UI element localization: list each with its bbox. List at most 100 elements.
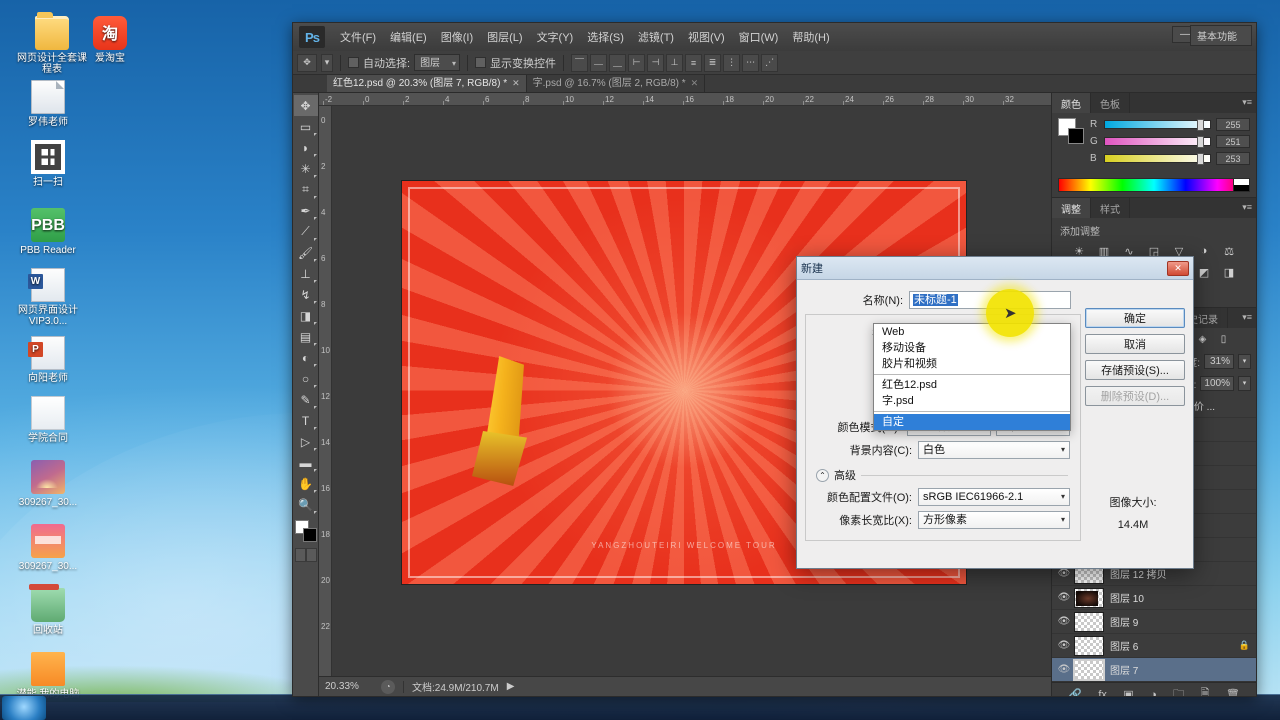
channel-slider-knob[interactable]: [1197, 119, 1204, 131]
threshold-icon[interactable]: ◨: [1218, 263, 1240, 281]
windows-taskbar[interactable]: [0, 694, 1280, 720]
pixel-aspect-dropdown[interactable]: 方形像素: [918, 511, 1070, 529]
dialog-close-button[interactable]: ✕: [1167, 260, 1189, 276]
workspace-selector[interactable]: 基本功能: [1190, 25, 1252, 46]
fill-stepper[interactable]: ▾: [1238, 375, 1251, 391]
posterize-icon[interactable]: ◩: [1193, 263, 1215, 281]
align-left-icon[interactable]: ⊢: [628, 53, 646, 72]
document-tab-close-icon[interactable]: ✕: [512, 75, 520, 92]
desktop-icon-4[interactable]: PBB PBB Reader: [10, 208, 86, 256]
adjustments-panel-tab-1[interactable]: 样式: [1091, 198, 1130, 218]
preset-option[interactable]: 胶片和视频: [874, 356, 1070, 372]
auto-select-dropdown[interactable]: 图层: [414, 54, 461, 71]
smartobject-filter-icon[interactable]: ◈: [1194, 331, 1211, 347]
layer-name[interactable]: 图层 7: [1110, 662, 1256, 677]
layer-name[interactable]: 图层 6: [1110, 638, 1239, 653]
move-tool[interactable]: ✥: [293, 95, 318, 116]
channel-value-B[interactable]: 253: [1216, 152, 1250, 165]
blur-tool[interactable]: ◐: [294, 347, 318, 368]
save-preset-button[interactable]: 存储预设(S)...: [1085, 360, 1185, 380]
path-selection-tool[interactable]: ▷: [294, 431, 318, 452]
tool-preset-chevron-icon[interactable]: ▾: [321, 53, 333, 72]
desktop-icon-9[interactable]: 309267_30...: [10, 524, 86, 572]
align-right-icon[interactable]: ⊥: [666, 53, 684, 72]
channel-slider-R[interactable]: [1104, 119, 1211, 131]
preset-option-selected[interactable]: 自定: [874, 414, 1070, 430]
zoom-tool[interactable]: 🔍: [294, 494, 318, 515]
preset-dropdown-popup[interactable]: Web 移动设备 胶片和视频 红色12.psd 字.psd 自定: [873, 323, 1071, 431]
desktop-icon-10[interactable]: 回收站: [10, 584, 86, 636]
status-info-icon[interactable]: ◔: [381, 679, 395, 694]
opacity-stepper[interactable]: ▾: [1238, 353, 1251, 369]
color-balance-icon[interactable]: ⚖: [1218, 242, 1240, 260]
quick-mask-toggle[interactable]: [294, 548, 317, 562]
document-tab-0[interactable]: 红色12.psd @ 20.3% (图层 7, RGB/8) * ✕: [327, 75, 527, 92]
layer-style-fx-icon[interactable]: fx: [1098, 689, 1107, 697]
layer-name[interactable]: 图层 10: [1110, 590, 1256, 605]
menu-item-4[interactable]: 文字(Y): [530, 26, 581, 48]
layer-visibility-icon[interactable]: 👁: [1054, 592, 1074, 603]
channel-slider-knob[interactable]: [1197, 153, 1204, 165]
type-tool[interactable]: T: [294, 410, 318, 431]
color-panel-tab-1[interactable]: 色板: [1091, 93, 1130, 113]
align-bottom-icon[interactable]: ⎽: [609, 53, 627, 72]
desktop-icon-2[interactable]: 罗伟老师: [10, 80, 86, 128]
layer-thumbnail[interactable]: [1074, 611, 1104, 632]
preset-option-file[interactable]: 字.psd: [874, 393, 1070, 409]
crop-tool[interactable]: ⌗: [294, 179, 318, 200]
spectrum-white-black-ends[interactable]: [1233, 179, 1249, 191]
dodge-tool[interactable]: ○: [294, 368, 318, 389]
distribute-bottom-icon[interactable]: ⋮: [723, 53, 741, 72]
standard-mode-icon[interactable]: [294, 548, 306, 562]
menu-item-9[interactable]: 帮助(H): [785, 26, 836, 48]
color-spectrum-ramp[interactable]: [1058, 178, 1250, 192]
channel-slider-B[interactable]: [1104, 153, 1211, 165]
desktop-icon-3[interactable]: 扫一扫: [10, 140, 86, 188]
background-contents-dropdown[interactable]: 白色: [918, 441, 1070, 459]
new-layer-icon[interactable]: 🗎: [1201, 685, 1210, 696]
brush-tool[interactable]: 🖌: [294, 242, 318, 263]
desktop-icon-8[interactable]: 309267_30...: [10, 460, 86, 508]
move-tool-icon[interactable]: ✥: [297, 53, 317, 72]
menu-item-1[interactable]: 编辑(E): [383, 26, 434, 48]
clone-stamp-tool[interactable]: ⊥: [294, 263, 318, 284]
desktop-icon-6[interactable]: 向阳老师: [10, 336, 86, 384]
preset-option[interactable]: Web: [874, 324, 1070, 340]
layer-row[interactable]: 👁 图层 7: [1052, 658, 1256, 682]
menu-item-8[interactable]: 窗口(W): [732, 26, 786, 48]
foreground-background-swatch[interactable]: [1058, 118, 1084, 144]
distribute-vcenter-icon[interactable]: ≣: [704, 53, 722, 72]
desktop-icon-11[interactable]: 潜能 我的电脑: [10, 652, 86, 700]
filter-toggle-switch-icon[interactable]: ▯: [1215, 331, 1232, 347]
hand-tool[interactable]: ✋: [294, 473, 318, 494]
auto-select-checkbox[interactable]: [348, 57, 359, 68]
menu-item-0[interactable]: 文件(F): [333, 26, 383, 48]
link-layers-icon[interactable]: 🔗: [1068, 688, 1082, 696]
menu-item-2[interactable]: 图像(I): [434, 26, 480, 48]
distribute-top-icon[interactable]: ≡: [685, 53, 703, 72]
layer-name[interactable]: 图层 9: [1110, 614, 1256, 629]
desktop-icon-7[interactable]: 学院合同: [10, 396, 86, 444]
show-transform-checkbox[interactable]: [475, 57, 487, 68]
distribute-right-icon[interactable]: ⋰: [761, 53, 779, 72]
layer-thumbnail[interactable]: [1074, 635, 1104, 656]
adjustment-layer-icon[interactable]: ◑: [1150, 689, 1157, 697]
layer-visibility-icon[interactable]: 👁: [1054, 640, 1074, 651]
distribute-left-icon[interactable]: ⋯: [742, 53, 760, 72]
fill-value[interactable]: 100%: [1200, 375, 1234, 391]
quick-mask-mode-icon[interactable]: [305, 548, 317, 562]
desktop-icon-5[interactable]: 网页界面设计VIP3.0...: [10, 268, 86, 327]
ok-button[interactable]: 确定: [1085, 308, 1185, 328]
opacity-value[interactable]: 31%: [1204, 353, 1234, 369]
cancel-button[interactable]: 取消: [1085, 334, 1185, 354]
toolbox-color-swatches[interactable]: [294, 520, 317, 542]
color-profile-dropdown[interactable]: sRGB IEC61966-2.1: [918, 488, 1070, 506]
preset-option-file[interactable]: 红色12.psd: [874, 377, 1070, 393]
align-top-icon[interactable]: ⎺: [571, 53, 589, 72]
layer-row[interactable]: 👁 图层 9: [1052, 610, 1256, 634]
document-tab-close-icon[interactable]: ✕: [691, 75, 699, 92]
magic-wand-tool[interactable]: ✳: [294, 158, 318, 179]
menu-item-3[interactable]: 图层(L): [480, 26, 529, 48]
advanced-collapse-icon[interactable]: ⌃: [816, 468, 829, 482]
marquee-tool[interactable]: ▭: [294, 116, 318, 137]
